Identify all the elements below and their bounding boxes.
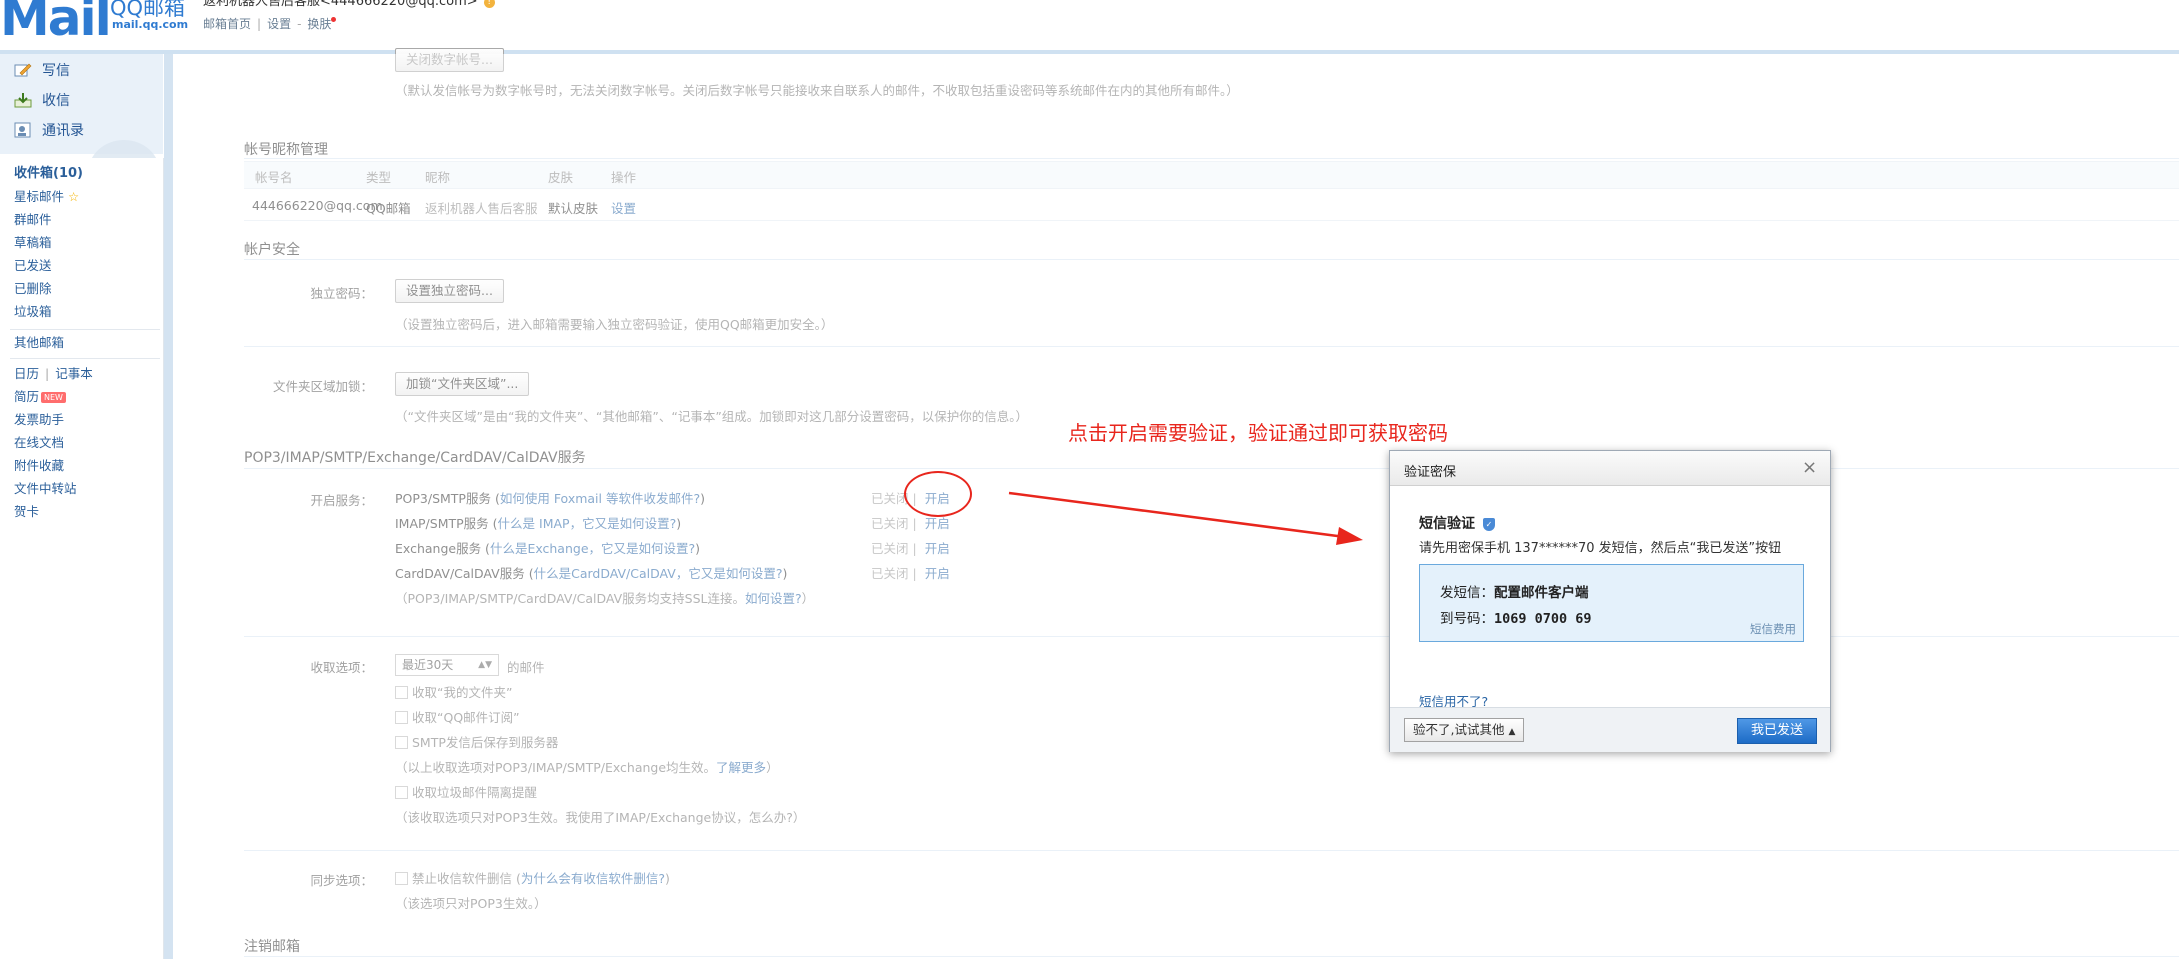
resume-link[interactable]: 简历 NEW (14, 387, 66, 407)
sidebar-separator (10, 329, 160, 330)
sms-fee-link[interactable]: 短信费用 (1750, 621, 1796, 637)
folder-spam[interactable]: 垃圾箱 (14, 302, 52, 322)
notice-dot-icon (331, 17, 337, 22)
dialog-title-bar[interactable]: 验证密保 × (1390, 451, 1830, 486)
attachment-favorites-link[interactable]: 附件收藏 (14, 456, 64, 476)
sidebar-quick-panel: 写信 收信 通讯录 (0, 54, 163, 206)
header: Mail QQ邮箱 mail.qq.com 返利机器人售后客服<44466622… (0, 0, 2179, 50)
folder-inbox[interactable]: 收件箱(10) (14, 164, 83, 184)
try-other-button[interactable]: 验不了,试试其他 ▲ (1404, 718, 1525, 742)
home-link[interactable]: 邮箱首页 (203, 17, 251, 31)
sms-number-line: 到号码：1069 0700 69 (1440, 611, 1592, 627)
star-icon: ☆ (68, 189, 80, 204)
verify-security-dialog: 验证密保 × 短信验证 ✓ 请先用密保手机 137******70 发短信，然后点… (1389, 450, 1831, 752)
calendar-notes: 日历 | 记事本 (14, 366, 93, 381)
shield-icon: ✓ (1483, 518, 1495, 531)
new-badge: NEW (41, 392, 66, 403)
notes-link[interactable]: 记事本 (55, 366, 93, 381)
warning-icon[interactable]: ! (483, 0, 495, 8)
folder-starred[interactable]: 星标邮件 ☆ (14, 187, 79, 207)
sidebar: 收件箱(10) 星标邮件 ☆ 群邮件 草稿箱 已发送 已删除 垃圾箱 其他邮箱 … (0, 158, 164, 959)
header-links: 邮箱首页 | 设置 - 换肤 (203, 15, 337, 32)
sms-content-line: 发短信：配置邮件客户端 (1440, 585, 1589, 601)
logo-cn-text: QQ邮箱 (110, 0, 186, 20)
contacts-button[interactable]: 通讯录 (14, 120, 84, 142)
annotation-circle (904, 471, 972, 517)
inbox-button[interactable]: 收信 (14, 90, 70, 112)
inbox-icon (14, 92, 32, 108)
close-icon[interactable]: × (1802, 457, 1817, 478)
sms-content: 配置邮件客户端 (1494, 585, 1589, 601)
logo-url-text: mail.qq.com (112, 18, 189, 31)
folder-deleted[interactable]: 已删除 (14, 279, 52, 299)
annotation-arrow-icon (1008, 491, 1363, 545)
settings-link[interactable]: 设置 (267, 17, 291, 31)
invoice-helper-link[interactable]: 发票助手 (14, 410, 64, 430)
contacts-icon (14, 122, 32, 138)
sidebar-separator (10, 358, 160, 359)
calendar-link[interactable]: 日历 (14, 366, 39, 381)
qq-mail-logo[interactable]: Mail (0, 0, 112, 48)
online-docs-link[interactable]: 在线文档 (14, 433, 64, 453)
caret-up-icon: ▲ (1508, 727, 1516, 737)
folder-drafts[interactable]: 草稿箱 (14, 233, 52, 253)
user-account: 返利机器人售后客服<444666220@qq.com>! (203, 0, 495, 10)
user-account-text: 返利机器人售后客服<444666220@qq.com> (203, 0, 478, 9)
sent-confirm-button[interactable]: 我已发送 (1737, 718, 1817, 744)
folder-group[interactable]: 群邮件 (14, 210, 52, 230)
sms-number: 1069 0700 69 (1494, 611, 1592, 627)
skin-link[interactable]: 换肤 (307, 17, 331, 31)
sidebar-divider (164, 54, 173, 959)
sms-verify-heading: 短信验证 ✓ (1419, 513, 1495, 533)
folder-sent[interactable]: 已发送 (14, 256, 52, 276)
compose-icon (14, 62, 32, 78)
annotation-text: 点击开启需要验证，验证通过即可获取密码 (1068, 421, 1448, 445)
file-transfer-link[interactable]: 文件中转站 (14, 479, 77, 499)
greeting-card-link[interactable]: 贺卡 (14, 502, 39, 522)
other-mailbox[interactable]: 其他邮箱 (14, 333, 64, 353)
compose-button[interactable]: 写信 (14, 60, 70, 82)
sms-verify-desc: 请先用密保手机 137******70 发短信，然后点“我已发送”按钮 (1419, 541, 1782, 556)
dialog-title: 验证密保 (1404, 465, 1457, 480)
sms-info-box: 发短信：配置邮件客户端 到号码：1069 0700 69 短信费用 (1419, 564, 1804, 642)
dialog-footer: 验不了,试试其他 ▲ 我已发送 (1390, 707, 1830, 752)
